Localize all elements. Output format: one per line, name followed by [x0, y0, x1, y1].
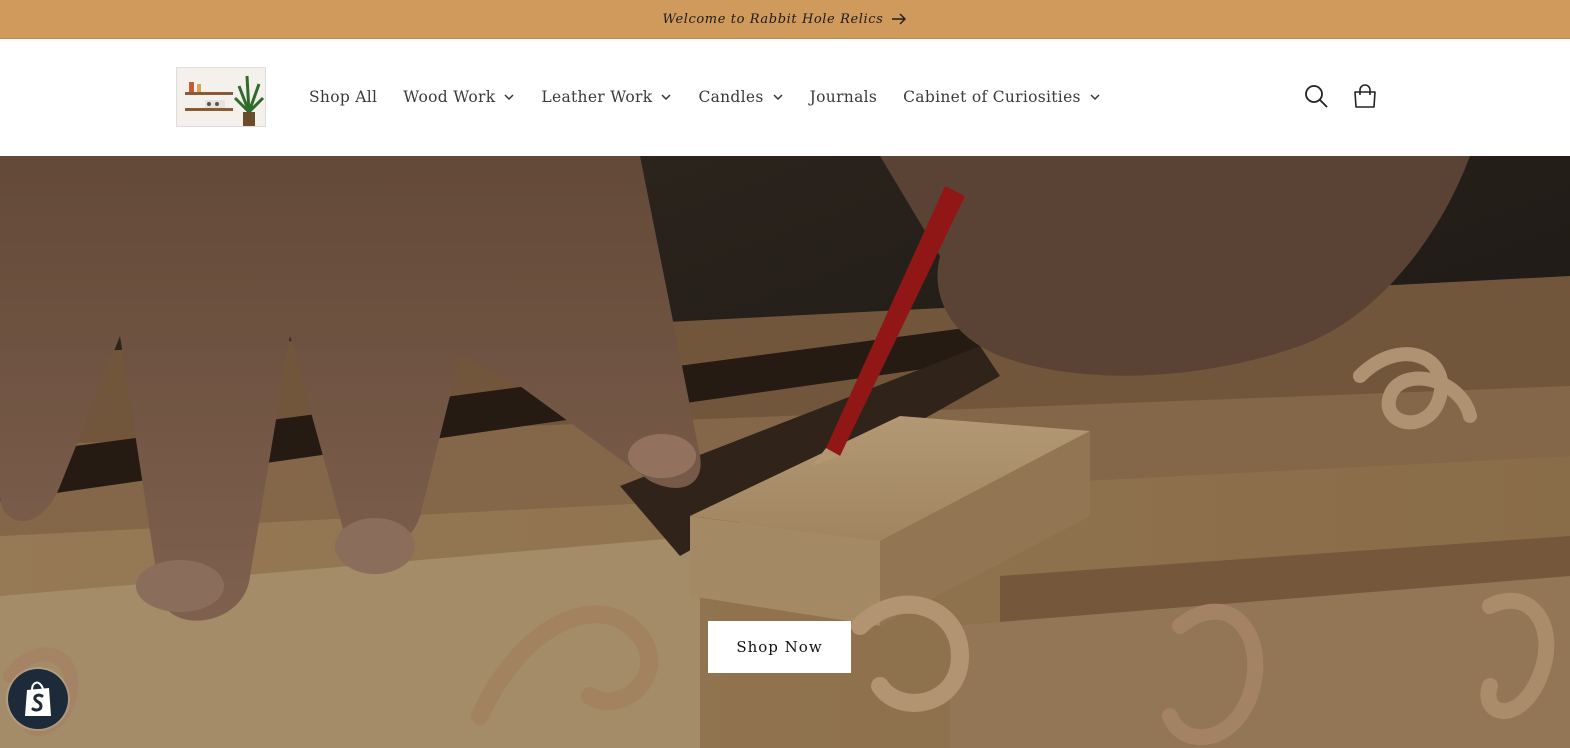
search-button[interactable]: [1300, 80, 1332, 112]
nav-label: Shop All: [309, 88, 378, 106]
shop-now-button[interactable]: Shop Now: [708, 621, 851, 673]
nav-label: Leather Work: [541, 88, 653, 106]
nav-shop-all[interactable]: Shop All: [296, 83, 390, 111]
chevron-down-icon: [661, 94, 671, 101]
search-icon: [1305, 85, 1328, 108]
arrow-right-icon: [892, 13, 907, 25]
nav-candles[interactable]: Candles: [685, 83, 796, 111]
cart-icon: [1354, 84, 1376, 108]
nav-label: Candles: [698, 88, 764, 106]
shelf-with-plant-logo: [177, 68, 265, 126]
announcement-bar[interactable]: Welcome to Rabbit Hole Relics: [0, 0, 1570, 39]
hero-banner: Shop Now: [0, 156, 1570, 748]
cart-button[interactable]: [1349, 80, 1381, 112]
nav-cabinet-of-curiosities[interactable]: Cabinet of Curiosities: [890, 83, 1114, 111]
nav-leather-work[interactable]: Leather Work: [528, 83, 685, 111]
nav-journals[interactable]: Journals: [797, 83, 890, 111]
nav-label: Journals: [809, 88, 878, 106]
nav-label: Wood Work: [403, 88, 496, 106]
chevron-down-icon: [504, 94, 514, 101]
chevron-down-icon: [773, 94, 783, 101]
announcement-text[interactable]: Welcome to Rabbit Hole Relics: [663, 12, 884, 27]
shopify-bag-icon: [25, 681, 51, 716]
shopify-badge[interactable]: [8, 669, 68, 729]
main-nav: Shop All Wood Work Leather Work Candles …: [296, 83, 1114, 111]
chevron-down-icon: [1090, 94, 1100, 101]
site-header: Shop All Wood Work Leather Work Candles …: [0, 39, 1570, 156]
nav-wood-work[interactable]: Wood Work: [390, 83, 528, 111]
nav-label: Cabinet of Curiosities: [903, 88, 1081, 106]
store-logo[interactable]: [176, 67, 266, 127]
